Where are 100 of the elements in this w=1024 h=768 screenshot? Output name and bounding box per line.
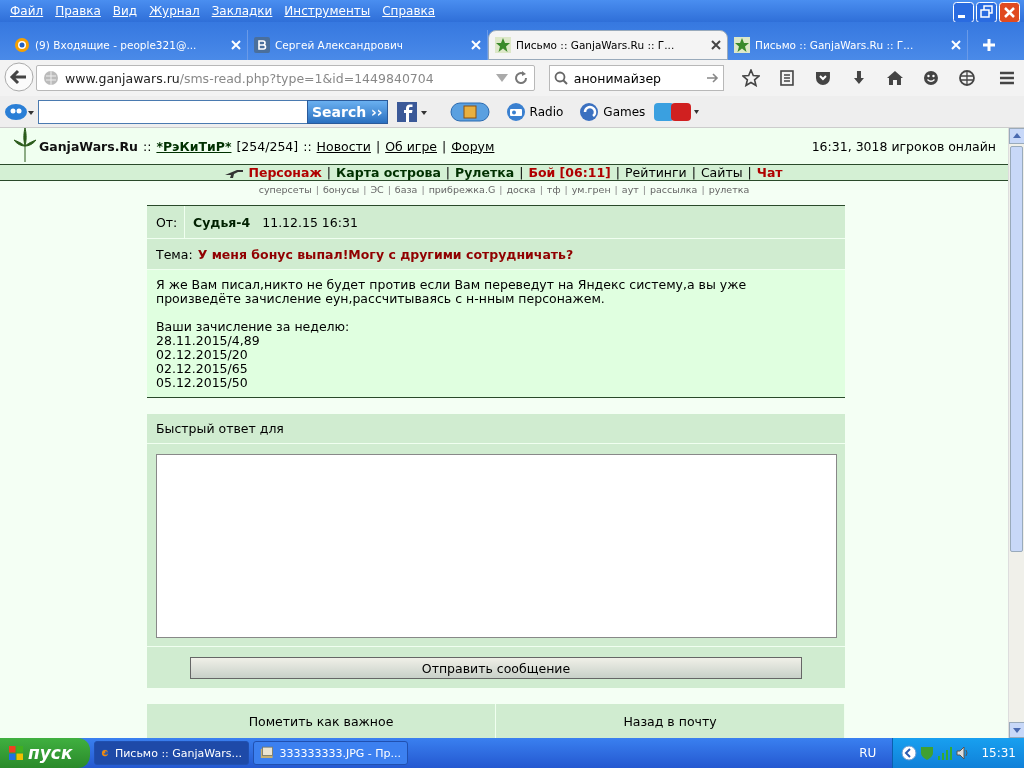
site-logo-text[interactable]: GanjaWars.Ru [39,138,138,154]
menu-icon[interactable] [998,69,1016,87]
nav-link[interactable]: Форум [451,138,495,154]
start-button[interactable]: пуск [0,738,90,768]
star-icon [734,37,750,53]
body-text: 02.12.2015/65 [156,362,249,376]
smiley-icon[interactable] [922,69,941,87]
menu-item[interactable]: Инструменты [278,4,377,18]
nav-link[interactable]: Рулетка [455,165,515,180]
search-bar[interactable]: анонимайзер [548,65,725,91]
field-label: Тема: [156,246,193,262]
menu-item[interactable]: Справка [376,4,442,18]
separator-text: | [539,184,543,195]
nav-link[interactable]: Персонаж [248,165,322,180]
globe-icon [43,70,59,86]
separator-text: | [519,165,524,180]
taskbar-button[interactable]: 333333333.JPG - Пр... [253,741,408,765]
scroll-down-icon[interactable] [1009,722,1024,738]
star-icon[interactable] [742,69,761,87]
username-link[interactable]: *РэКиТиР* [156,138,232,154]
scrollbar[interactable] [1008,128,1024,738]
taskbar-button[interactable]: Письмо :: GanjaWars... [94,741,249,765]
scroll-thumb[interactable] [1010,146,1023,552]
nav-link[interactable]: Об игре [385,138,437,154]
sub-link[interactable]: тф [546,184,561,195]
home-icon[interactable] [886,69,905,87]
scroll-up-icon[interactable] [1009,128,1024,144]
action-button[interactable]: Пометить как важное [147,704,496,738]
leaf-logo-icon[interactable] [14,128,36,164]
radio-icon [505,101,526,122]
nav-link[interactable]: Бой [06:11] [528,165,611,180]
games-link[interactable]: Games [579,101,646,122]
sub-link[interactable]: суперсеты [258,184,312,195]
browser-tab[interactable]: Письмо :: GanjaWars.Ru :: Г... [488,30,728,60]
nav-link[interactable]: Новости [316,138,371,154]
sub-link[interactable]: база [394,184,418,195]
nav-link[interactable]: Карта острова [336,165,441,180]
separator-text: | [442,138,447,154]
arrow-right-icon[interactable] [707,73,720,83]
menu-item[interactable]: Вид [106,4,144,18]
body-text: 05.12.2015/50 [156,376,249,390]
search-button[interactable]: Search ›› [307,99,388,124]
sub-link[interactable]: ЭС [370,184,384,195]
reply-label: Быстрый ответ для [156,421,284,436]
separator-text: :: [142,138,152,154]
list-icon[interactable] [778,69,797,87]
body-text: Ваши зачисление за неделю: [156,320,351,334]
language-indicator[interactable]: RU [859,746,877,760]
address-bar[interactable]: www.ganjawars.ru/sms-read.php?type=1&id=1449840704 [36,65,535,91]
sub-link[interactable]: бонусы [322,184,360,195]
minimize-icon[interactable] [953,2,974,23]
body-text: Я же Вам писал,никто не будет против если Вам переведут на Яндекс систему,а вы уже произведёте зачисление еун,рассчитываясь с н-нным персонажем. [156,278,748,306]
send-button[interactable]: Отправить сообщение [190,657,802,679]
chat-bubble-icon[interactable] [4,102,34,121]
health-text: [254/254] [236,138,299,154]
separator-text: | [387,184,391,195]
separator-text: | [564,184,568,195]
new-tab-icon[interactable] [982,38,996,52]
sub-link[interactable]: доска [506,184,536,195]
reload-icon[interactable] [513,71,528,85]
social-icons[interactable] [653,100,700,123]
body-text: 02.12.2015/20 [156,348,249,362]
separator-text: | [691,165,696,180]
sub-link[interactable]: рассылка [650,184,698,195]
separator-text: | [375,138,381,154]
menu-item[interactable]: Журнал [143,4,206,18]
facebook-icon[interactable] [395,100,428,123]
sub-link[interactable]: ум.грен [571,184,611,195]
globe-icon[interactable] [958,69,977,87]
nav-link[interactable]: Сайты [700,165,743,180]
date-text: 11.12.15 16:31 [262,214,358,230]
nav-link[interactable]: Чат [756,165,783,180]
close-icon[interactable] [711,40,721,50]
image-viewer-icon [260,745,274,761]
arrow-left-icon[interactable] [901,745,918,761]
menu-item[interactable]: Правка [49,4,107,18]
dropdown-arrow-icon[interactable] [495,74,508,82]
pocket-icon[interactable] [814,69,833,87]
action-button[interactable]: Назад в почту [496,704,845,738]
search-field[interactable] [38,99,308,124]
online-status-text: 16:31, 3018 игроков онлайн [811,138,996,154]
sender-name: Судья-4 [193,214,251,230]
radio-link[interactable]: Radio [505,101,564,122]
separator-text: | [747,165,752,180]
nav-link[interactable]: Рейтинги [625,165,687,180]
subject-text: У меня бонус выпал!Могу с другими сотрудничать? [197,246,574,262]
letter-logo-icon [254,37,270,53]
menu-item[interactable]: Закладки [205,4,279,18]
sub-link[interactable]: рулетка [708,184,750,195]
sub-link[interactable]: аут [621,184,639,195]
separator-text: :: [303,138,312,154]
circle-logo-icon [14,37,30,53]
restore-icon[interactable] [976,2,997,23]
separator-text: | [363,184,367,195]
separator-text: | [315,184,319,195]
menu-item[interactable]: Файл [4,4,50,18]
body-text: 28.11.2015/4,89 [156,334,261,348]
game-icon [579,101,600,122]
star-icon [495,37,511,53]
sub-link[interactable]: прибрежка.G [428,184,496,195]
